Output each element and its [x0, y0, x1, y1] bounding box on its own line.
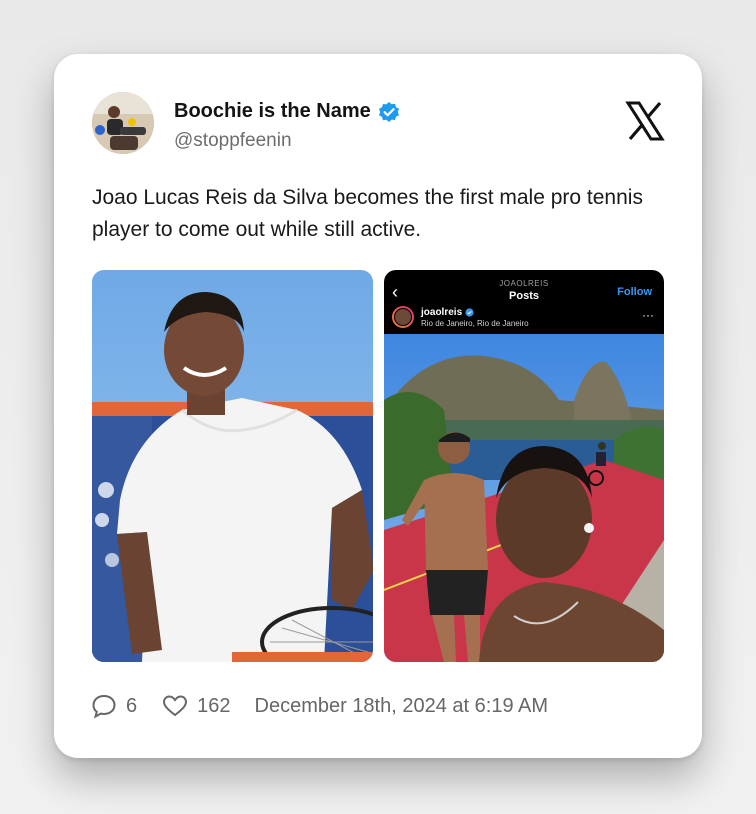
instagram-username-row: joaolreis [421, 307, 474, 318]
instagram-location[interactable]: Rio de Janeiro, Rio de Janeiro [421, 319, 529, 328]
user-handle[interactable]: @stoppfeenin [174, 130, 292, 152]
speech-bubble-icon [92, 694, 116, 719]
tennis-player-image [92, 270, 373, 662]
media-instagram-screenshot[interactable]: ‹ JOAOLREIS Posts Follow joaolreis Rio d… [384, 270, 664, 662]
instagram-follow-button[interactable]: Follow [617, 286, 652, 298]
display-name[interactable]: Boochie is the Name [174, 100, 371, 123]
like-count: 162 [197, 694, 231, 717]
tweet-timestamp[interactable]: December 18th, 2024 at 6:19 AM [255, 695, 549, 718]
instagram-avatar[interactable] [392, 306, 414, 328]
more-options-icon[interactable]: ··· [642, 308, 654, 322]
avatar-image [92, 92, 154, 154]
author-name-row: Boochie is the Name [174, 100, 400, 123]
heart-icon [163, 695, 188, 717]
instagram-header: ‹ JOAOLREIS Posts Follow joaolreis Rio d… [384, 270, 664, 334]
reply-action[interactable]: 6 [90, 692, 137, 720]
tweet-card: Boochie is the Name @stoppfeenin Joao Lu… [54, 54, 702, 758]
like-action[interactable]: 162 [161, 692, 231, 720]
reply-count: 6 [126, 694, 138, 717]
tweet-text: Joao Lucas Reis da Silva becomes the fir… [92, 186, 643, 241]
instagram-verified-icon [465, 308, 474, 317]
avatar[interactable] [92, 92, 154, 154]
media-photo-tennis-player[interactable] [92, 270, 373, 662]
tweet-footer: 6 162 December 18th, 2024 at 6:19 AM [90, 692, 548, 720]
x-logo-icon[interactable] [624, 100, 666, 142]
instagram-username[interactable]: joaolreis [421, 307, 462, 318]
verified-badge-icon [378, 101, 399, 122]
